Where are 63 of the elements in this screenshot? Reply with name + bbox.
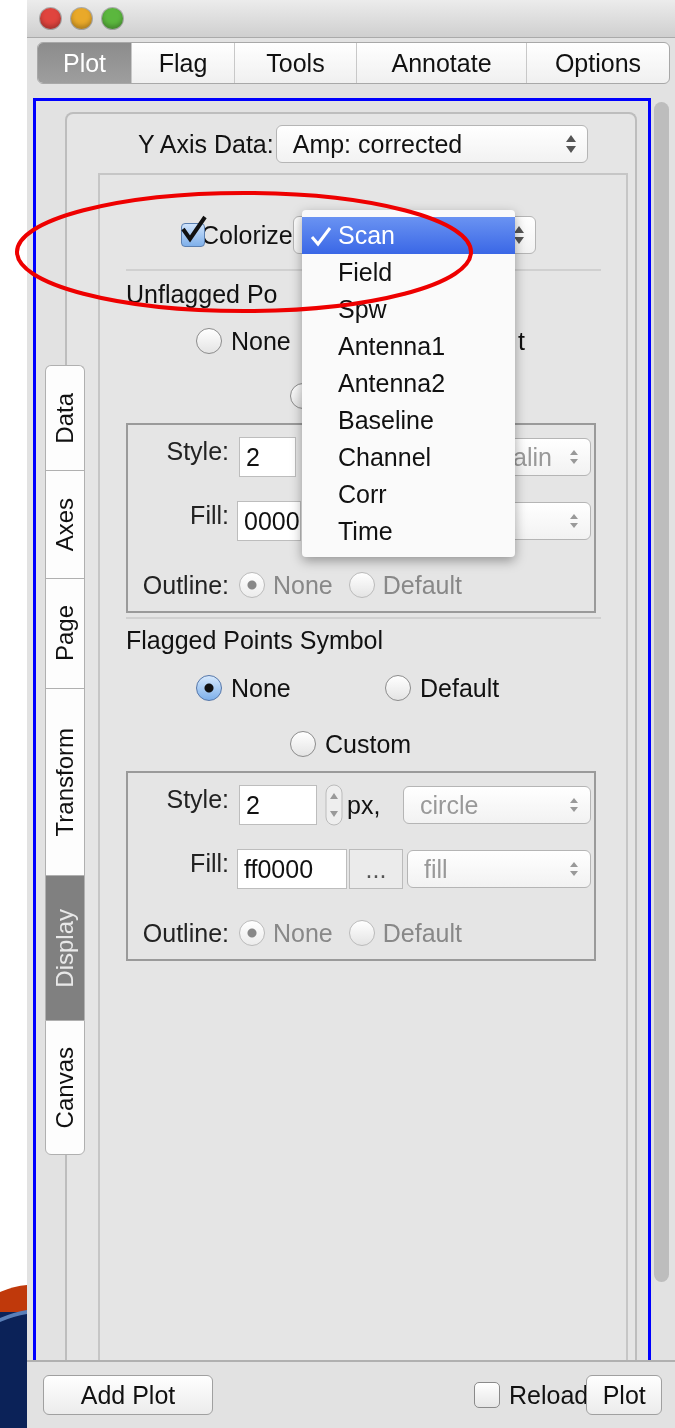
updown-arrows-icon <box>512 224 525 246</box>
y-axis-select[interactable]: Amp: corrected <box>275 125 588 163</box>
minimize-button[interactable] <box>71 8 92 29</box>
tab[interactable]: Flag <box>131 43 234 83</box>
side-tab[interactable]: Transform <box>45 688 85 875</box>
radio-button[interactable] <box>348 920 375 946</box>
menu-item[interactable]: Spw <box>302 291 515 328</box>
outline-label: Outline: <box>141 570 229 600</box>
side-tab[interactable]: Data <box>45 365 85 470</box>
menu-item[interactable]: Time <box>302 513 515 550</box>
section-title: Flagged Points Symbol <box>125 625 385 655</box>
side-tab[interactable]: Axes <box>45 470 85 578</box>
radio-label: None <box>231 326 291 356</box>
radio-label: None <box>273 570 333 600</box>
zoom-button[interactable] <box>102 8 123 29</box>
fill-field[interactable]: ff0000 <box>237 849 347 889</box>
style-label: Style: <box>165 437 229 466</box>
radio-button[interactable] <box>385 675 411 701</box>
add-plot-button[interactable]: Add Plot <box>43 1375 213 1415</box>
scrollbar-thumb[interactable] <box>654 102 669 1282</box>
menu-item[interactable]: Corr <box>302 476 515 513</box>
close-button[interactable] <box>40 8 61 29</box>
radio-button[interactable] <box>239 572 265 598</box>
radio-label: Custom <box>325 729 412 759</box>
reload-checkbox[interactable] <box>474 1382 500 1408</box>
y-axis-label: Y Axis Data: <box>138 129 274 159</box>
outline-label: Outline: <box>141 918 229 948</box>
color-picker-button[interactable]: ... <box>349 849 403 889</box>
fill-label: Fill: <box>189 501 229 530</box>
colorize-label: Colorize <box>201 220 293 250</box>
unit-label: px, <box>347 790 381 820</box>
menu-item[interactable]: Antenna2 <box>302 365 515 402</box>
reload-label: Reload <box>509 1380 589 1410</box>
radio-button[interactable] <box>196 328 222 354</box>
radio-label: Default <box>382 918 462 948</box>
updown-arrows-icon <box>564 133 577 155</box>
fill-label: Fill: <box>189 849 229 878</box>
radio-button[interactable] <box>348 572 375 598</box>
radio-button[interactable] <box>290 731 316 757</box>
side-tab[interactable]: Page <box>45 578 85 688</box>
menu-item[interactable]: Antenna1 <box>302 328 515 365</box>
side-tab[interactable]: Canvas <box>45 1020 85 1155</box>
stepper[interactable] <box>325 784 343 826</box>
radio-label: Default <box>420 673 500 703</box>
check-icon <box>310 225 332 247</box>
section-title: Unflagged Po <box>125 279 279 309</box>
fill-field[interactable]: 0000 <box>237 501 301 541</box>
menu-item[interactable]: Field <box>302 254 515 291</box>
radio-button[interactable] <box>239 920 265 946</box>
tab[interactable]: Options <box>526 43 669 83</box>
size-field[interactable]: 2 <box>239 785 317 825</box>
style-label: Style: <box>165 785 229 814</box>
size-field[interactable]: 2 <box>239 437 296 477</box>
tab[interactable]: Annotate <box>356 43 526 83</box>
plot-button[interactable]: Plot <box>586 1375 663 1415</box>
radio-label: None <box>273 918 333 948</box>
menu-item[interactable]: Baseline <box>302 402 515 439</box>
radio-button[interactable] <box>196 675 222 701</box>
tab[interactable]: Tools <box>234 43 356 83</box>
menu-item[interactable]: Scan <box>302 217 515 254</box>
radio-label: t <box>518 326 525 356</box>
radio-label: Default <box>382 570 462 600</box>
radio-label: None <box>231 673 291 703</box>
